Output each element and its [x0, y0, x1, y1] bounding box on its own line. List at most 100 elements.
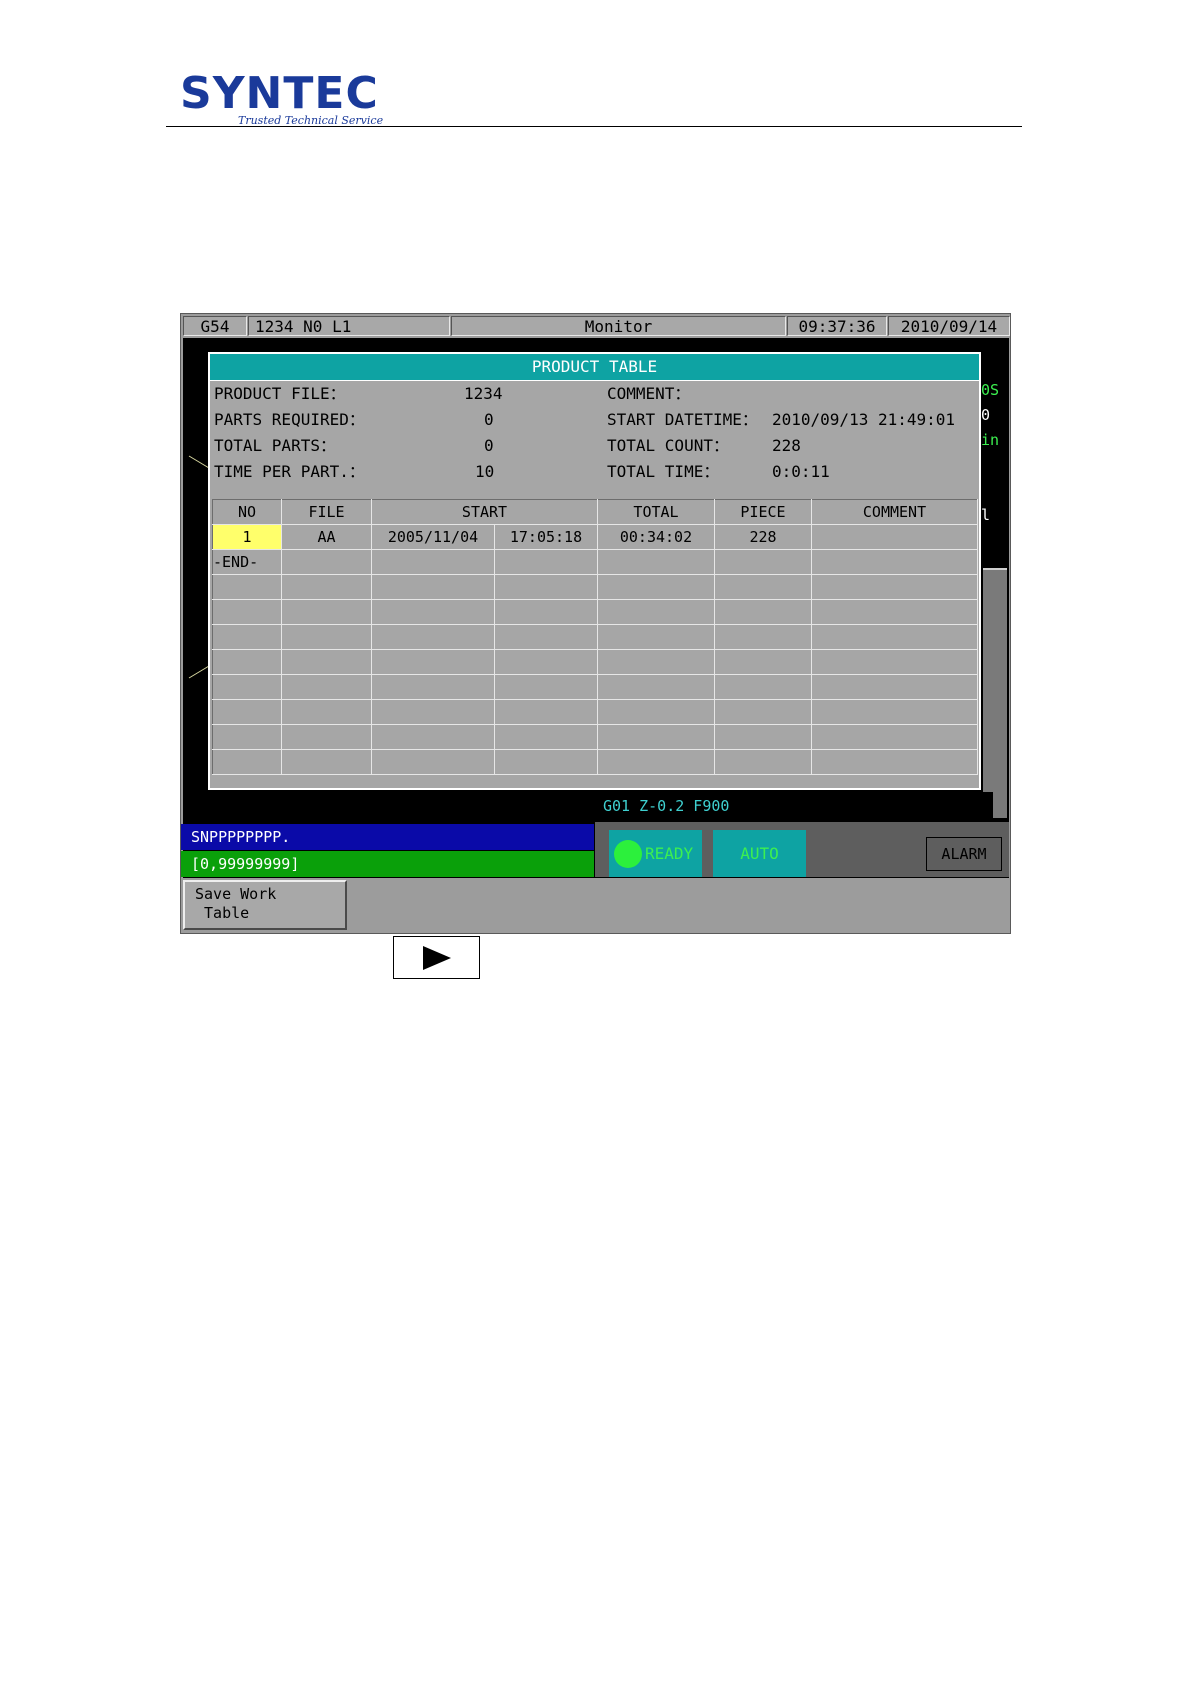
cell-no[interactable]: -END-	[212, 549, 282, 575]
grid-cell[interactable]	[494, 624, 598, 650]
table-row[interactable]	[212, 624, 978, 650]
grid-cell[interactable]	[714, 699, 812, 725]
grid-cell[interactable]	[811, 649, 978, 675]
grid-cell[interactable]	[811, 749, 978, 775]
grid-cell[interactable]	[212, 649, 282, 675]
grid-cell[interactable]	[494, 699, 598, 725]
grid-cell[interactable]	[714, 674, 812, 700]
grid-cell[interactable]	[212, 699, 282, 725]
start-datetime-value: 2010/09/13 21:49:01	[772, 410, 956, 429]
grid-cell[interactable]	[597, 724, 715, 750]
grid-cell[interactable]	[212, 624, 282, 650]
grid-cell[interactable]	[494, 574, 598, 600]
cell-total[interactable]	[597, 549, 715, 575]
cnc-screen: G54 1234 N0 L1 Monitor 09:37:36 2010/09/…	[180, 313, 1011, 934]
grid-cell[interactable]	[714, 649, 812, 675]
table-row[interactable]	[212, 749, 978, 775]
grid-cell[interactable]	[494, 674, 598, 700]
next-page-key[interactable]	[393, 936, 480, 979]
grid-cell[interactable]	[494, 649, 598, 675]
save-work-table-button[interactable]: Save Work Table	[183, 880, 347, 930]
grid-cell[interactable]	[597, 624, 715, 650]
readout-line-2: 0	[981, 406, 991, 424]
grid-cell[interactable]	[811, 599, 978, 625]
cell-start-date[interactable]: 2005/11/04	[371, 524, 495, 550]
grid-cell[interactable]	[281, 574, 372, 600]
cell-start-date[interactable]	[371, 549, 495, 575]
grid-cell[interactable]	[494, 724, 598, 750]
readout-line-6: l	[981, 506, 991, 524]
readout-line-5	[981, 478, 1009, 503]
background-scrollbar[interactable]	[983, 568, 1007, 818]
time-per-part-label: TIME PER PART.：	[214, 462, 365, 481]
grid-cell[interactable]	[212, 749, 282, 775]
grid-cell[interactable]	[371, 624, 495, 650]
ready-indicator: READY	[609, 830, 702, 877]
grid-cell[interactable]	[371, 674, 495, 700]
grid-cell[interactable]	[811, 699, 978, 725]
grid-cell[interactable]	[212, 724, 282, 750]
cell-start-time[interactable]	[494, 549, 598, 575]
clock-time: 09:37:36	[787, 316, 887, 336]
dialog-title: PRODUCT TABLE	[210, 354, 979, 381]
grid-cell[interactable]	[597, 599, 715, 625]
grid-cell[interactable]	[494, 599, 598, 625]
grid-cell[interactable]	[281, 724, 372, 750]
empty-rows	[212, 574, 978, 775]
cell-start-time[interactable]: 17:05:18	[494, 524, 598, 550]
grid-cell[interactable]	[281, 649, 372, 675]
grid-cell[interactable]	[714, 599, 812, 625]
grid-cell[interactable]	[212, 674, 282, 700]
grid-cell[interactable]	[811, 574, 978, 600]
grid-cell[interactable]	[811, 724, 978, 750]
grid-cell[interactable]	[281, 599, 372, 625]
cell-file[interactable]: AA	[281, 524, 372, 550]
grid-cell[interactable]	[714, 624, 812, 650]
grid-cell[interactable]	[281, 624, 372, 650]
total-count-value: 228	[772, 436, 801, 455]
table-row[interactable]	[212, 674, 978, 700]
cell-no[interactable]: 1	[212, 524, 282, 550]
grid-cell[interactable]	[597, 674, 715, 700]
table-row[interactable]	[212, 724, 978, 750]
grid-cell[interactable]	[597, 649, 715, 675]
cell-file[interactable]	[281, 549, 372, 575]
cell-comment[interactable]	[811, 549, 978, 575]
grid-cell[interactable]	[714, 574, 812, 600]
alarm-button[interactable]: ALARM	[926, 837, 1002, 871]
grid-cell[interactable]	[281, 749, 372, 775]
table-row[interactable]	[212, 574, 978, 600]
grid-cell[interactable]	[597, 749, 715, 775]
grid-cell[interactable]	[281, 674, 372, 700]
table-row[interactable]: -END-	[212, 549, 978, 575]
grid-cell[interactable]	[371, 649, 495, 675]
table-row[interactable]: 1 AA 2005/11/04 17:05:18 00:34:02 228	[212, 524, 978, 550]
table-row[interactable]	[212, 649, 978, 675]
grid-cell[interactable]	[371, 749, 495, 775]
grid-cell[interactable]	[371, 724, 495, 750]
table-row[interactable]	[212, 699, 978, 725]
table-row[interactable]	[212, 599, 978, 625]
grid-cell[interactable]	[597, 699, 715, 725]
grid-cell[interactable]	[281, 699, 372, 725]
grid-cell[interactable]	[371, 699, 495, 725]
grid-cell[interactable]	[371, 574, 495, 600]
grid-cell[interactable]	[212, 574, 282, 600]
input-prompt[interactable]: SNPPPPPPPP.	[181, 824, 594, 850]
grid-cell[interactable]	[714, 724, 812, 750]
cell-comment[interactable]	[811, 524, 978, 550]
grid-cell[interactable]	[811, 674, 978, 700]
col-header-file: FILE	[281, 499, 372, 525]
cell-total[interactable]: 00:34:02	[597, 524, 715, 550]
grid-cell[interactable]	[714, 749, 812, 775]
readout-line-1: 0S	[981, 381, 1000, 399]
grid-cell[interactable]	[597, 574, 715, 600]
info-time-per-part: TIME PER PART.： 10	[214, 460, 584, 484]
grid-cell[interactable]	[494, 749, 598, 775]
cell-piece[interactable]: 228	[714, 524, 812, 550]
grid-cell[interactable]	[371, 599, 495, 625]
parts-required-label: PARTS REQUIRED：	[214, 410, 365, 429]
cell-piece[interactable]	[714, 549, 812, 575]
grid-cell[interactable]	[212, 599, 282, 625]
grid-cell[interactable]	[811, 624, 978, 650]
